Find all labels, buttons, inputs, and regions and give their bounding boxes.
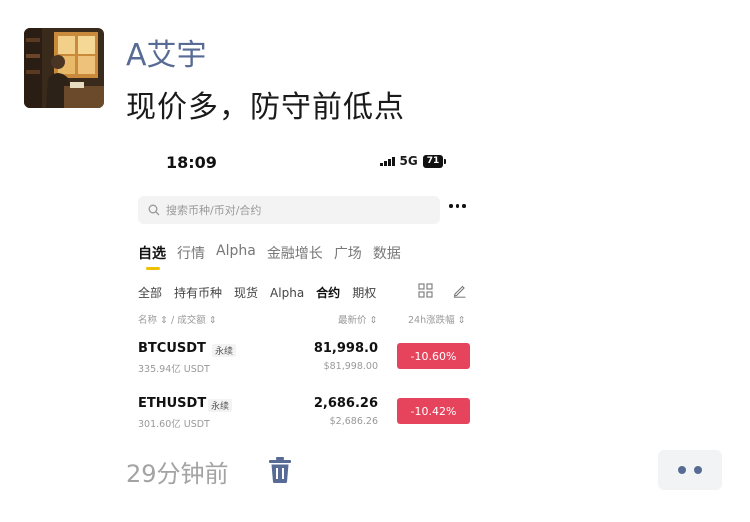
search-icon (148, 204, 160, 216)
row-change-badge[interactable]: -10.60% (397, 343, 470, 369)
subtab-options[interactable]: 期权 (352, 284, 376, 301)
status-indicators: 5G 71 (380, 154, 447, 168)
subtab-alpha[interactable]: Alpha (270, 286, 304, 300)
perpetual-tag: 永续 (212, 344, 237, 357)
edit-icon[interactable] (452, 283, 467, 298)
market-row[interactable]: ETHUSDT 永续 301.60亿 USDT 2,686.26 $2,686.… (126, 396, 490, 436)
row-price: 2,686.26 (313, 396, 378, 411)
column-name-volume[interactable]: 名称 ⇕ / 成交额 ⇕ (138, 312, 217, 326)
row-symbol: BTCUSDT (138, 341, 206, 356)
network-label: 5G (399, 154, 418, 168)
column-24h-change[interactable]: 24h涨跌幅 ⇕ (408, 312, 466, 326)
post-timestamp: 29分钟前 (126, 460, 229, 488)
signal-icon (380, 156, 395, 166)
row-symbol: ETHUSDT (138, 396, 207, 411)
market-tabs: 自选 行情 Alpha 金融增长 广场 数据 (138, 243, 401, 263)
subtab-spot[interactable]: 现货 (234, 284, 258, 301)
row-volume: 301.60亿 USDT (138, 419, 210, 430)
market-row[interactable]: BTCUSDT 永续 335.94亿 USDT 81,998.0 $81,998… (126, 341, 490, 387)
tab-favorites[interactable]: 自选 (138, 243, 166, 263)
tab-square[interactable]: 广场 (334, 243, 362, 263)
battery-icon: 71 (422, 154, 444, 168)
more-menu-icon[interactable] (449, 204, 466, 208)
subtab-futures[interactable]: 合约 (316, 284, 340, 301)
tab-data[interactable]: 数据 (373, 243, 401, 263)
subtab-holdings[interactable]: 持有币种 (174, 284, 222, 301)
trash-icon[interactable] (268, 456, 292, 484)
post-text: 现价多，防守前低点 (126, 90, 405, 125)
grid-view-icon[interactable] (418, 283, 433, 298)
perpetual-tag: 永续 (208, 399, 233, 412)
row-price: 81,998.0 (313, 341, 378, 356)
search-input[interactable]: 搜索币种/币对/合约 (138, 196, 440, 224)
more-dot (678, 466, 686, 474)
status-time: 18:09 (166, 153, 217, 172)
tab-market[interactable]: 行情 (177, 243, 205, 263)
post-username[interactable]: A艾宇 (126, 30, 207, 74)
more-dot (694, 466, 702, 474)
row-change-badge[interactable]: -10.42% (397, 398, 470, 424)
battery-tip (444, 158, 447, 164)
avatar[interactable] (24, 28, 104, 108)
row-fiat-price: $81,998.00 (323, 361, 378, 372)
attached-screenshot[interactable]: 18:09 5G 71 搜索币种/币对/合约 自选 行情 Alpha 金融增长 … (126, 140, 490, 436)
row-volume: 335.94亿 USDT (138, 364, 210, 375)
tab-alpha[interactable]: Alpha (216, 243, 256, 263)
comment-like-button[interactable] (658, 450, 722, 490)
avatar-image (24, 28, 104, 108)
active-tab-indicator (146, 267, 160, 270)
row-fiat-price: $2,686.26 (329, 416, 378, 427)
search-placeholder: 搜索币种/币对/合约 (166, 204, 262, 217)
column-last-price[interactable]: 最新价 ⇕ (338, 312, 377, 326)
subtab-all[interactable]: 全部 (138, 284, 162, 301)
tab-finance[interactable]: 金融增长 (267, 243, 323, 263)
market-subtabs: 全部 持有币种 现货 Alpha 合约 期权 (138, 284, 376, 301)
